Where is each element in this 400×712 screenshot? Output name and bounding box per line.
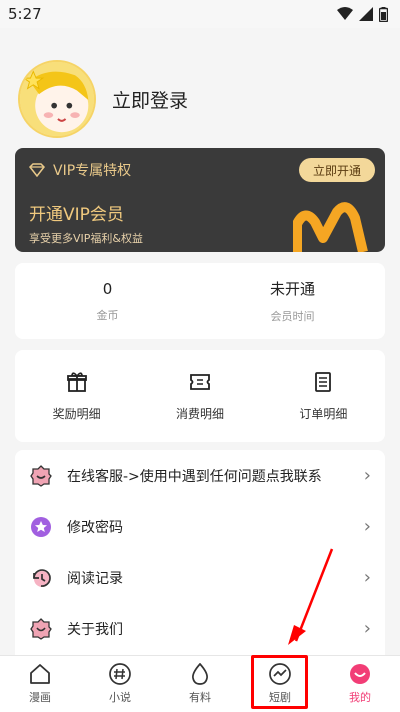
highlight-box — [251, 655, 308, 709]
chevron-right-icon: › — [363, 516, 371, 537]
hash-icon — [109, 663, 131, 685]
stats-panel: 0 金币 未开通 会员时间 — [15, 263, 385, 339]
gift-icon — [66, 371, 87, 392]
ticket-icon — [190, 373, 210, 390]
login-link[interactable]: 立即登录 — [112, 86, 188, 113]
about-icon — [29, 617, 53, 641]
avatar[interactable] — [18, 60, 96, 138]
stat-value: 未开通 — [269, 280, 315, 298]
vip-subtitle: 享受更多VIP福利&权益 — [29, 232, 143, 245]
order-list-icon — [315, 371, 332, 392]
stat-label: 金币 — [96, 308, 119, 322]
record-orders[interactable]: 订单明细 — [262, 350, 385, 442]
stat-value: 0 — [102, 279, 113, 298]
vip-header: VIP专属特权 — [29, 160, 131, 180]
smile-icon — [350, 664, 370, 684]
profile-header[interactable]: 立即登录 — [18, 60, 188, 138]
status-time: 5:27 — [8, 5, 42, 23]
record-label: 奖励明细 — [52, 406, 101, 421]
chevron-right-icon: › — [363, 567, 371, 588]
menu-item-label: 在线客服->使用中遇到任何问题点我联系 — [67, 468, 322, 485]
chevron-right-icon: › — [363, 465, 371, 486]
record-label: 订单明细 — [299, 406, 348, 421]
history-icon — [29, 566, 53, 590]
nav-label: 小说 — [109, 691, 131, 704]
diamond-icon — [29, 163, 45, 177]
stat-membership[interactable]: 未开通 会员时间 — [200, 263, 385, 339]
annotation-arrow-icon — [288, 548, 334, 645]
signal-icon — [359, 7, 373, 21]
bottom-navigation: 漫画 小说 有料 短剧 我的 — [0, 655, 400, 712]
record-consumption[interactable]: 消费明细 — [138, 350, 261, 442]
nav-label: 有料 — [189, 691, 211, 704]
records-panel: 奖励明细 消费明细 订单明细 — [15, 350, 385, 442]
vip-open-button[interactable]: 立即开通 — [299, 158, 375, 182]
nav-tab-discover[interactable]: 有料 — [160, 656, 240, 712]
status-bar: 5:27 — [0, 0, 400, 28]
customer-service-icon — [29, 464, 53, 488]
password-icon — [29, 515, 53, 539]
nav-tab-comics[interactable]: 漫画 — [0, 656, 80, 712]
nav-label: 我的 — [349, 691, 371, 704]
chevron-right-icon: › — [363, 618, 371, 639]
battery-icon — [379, 6, 388, 22]
record-rewards[interactable]: 奖励明细 — [15, 350, 138, 442]
vip-headline: 开通VIP会员 — [29, 205, 124, 225]
home-icon — [30, 664, 50, 684]
egg-icon — [192, 663, 208, 685]
vip-card-title: VIP专属特权 — [53, 163, 132, 179]
status-icons — [337, 6, 388, 22]
nav-tab-mine[interactable]: 我的 — [320, 656, 400, 712]
stat-coins[interactable]: 0 金币 — [15, 263, 200, 339]
wifi-icon — [337, 7, 353, 20]
nav-tab-novels[interactable]: 小说 — [80, 656, 160, 712]
menu-item-label: 修改密码 — [67, 519, 123, 536]
nav-label: 漫画 — [29, 691, 51, 704]
menu-item-customer-service[interactable]: 在线客服->使用中遇到任何问题点我联系 › — [15, 450, 385, 501]
vip-m-logo-icon — [293, 202, 368, 252]
avatar-illustration-icon — [20, 62, 94, 136]
vip-card[interactable]: VIP专属特权 立即开通 开通VIP会员 享受更多VIP福利&权益 — [15, 148, 385, 252]
record-label: 消费明细 — [175, 406, 224, 421]
stat-label: 会员时间 — [270, 310, 315, 323]
